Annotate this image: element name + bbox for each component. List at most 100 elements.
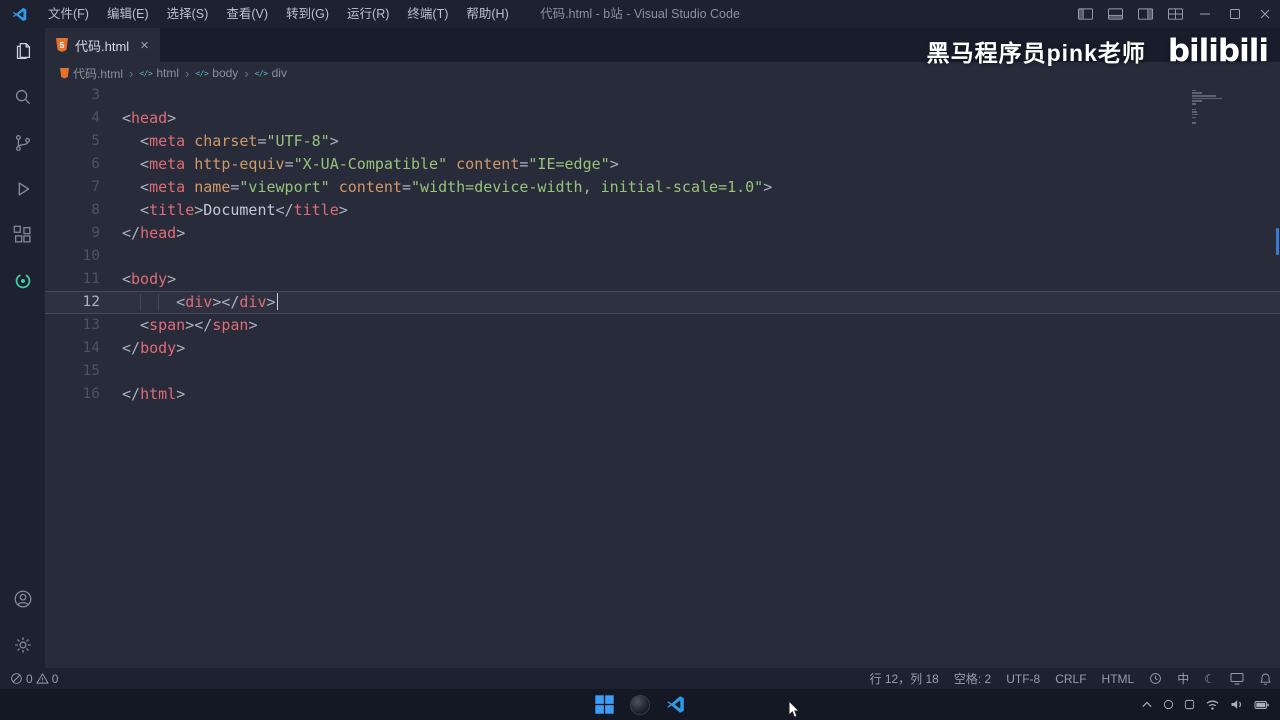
line-number: 14 (82, 340, 100, 356)
maximize-button[interactable] (1220, 0, 1250, 28)
tag-symbol-icon: </> (254, 68, 268, 78)
start-button-icon[interactable] (594, 694, 615, 715)
minimize-button[interactable] (1190, 0, 1220, 28)
tag-symbol-icon: </> (195, 68, 209, 78)
code-line-9[interactable]: 9 </head> (45, 222, 1280, 245)
minimap-line (1192, 92, 1202, 94)
settings-gear-icon[interactable] (0, 622, 45, 668)
breadcrumb-label: html (156, 66, 179, 80)
extensions-icon[interactable] (0, 212, 45, 258)
windows-taskbar (0, 689, 1280, 720)
problems-indicator[interactable]: 0 0 (10, 672, 58, 686)
line-number: 4 (91, 110, 100, 126)
code-lines: 3 4 <head> 5 <meta charset="UTF-8"> 6 <meta … (45, 84, 1280, 668)
breadcrumb-item-代码.html[interactable]: 代码.html (60, 65, 123, 82)
code-line-16[interactable]: 16 </html> (45, 383, 1280, 406)
breadcrumb-item-div[interactable]: </> div (255, 66, 287, 80)
toggle-secondary-sidebar-icon[interactable] (1130, 0, 1160, 28)
code-line-12[interactable]: 12 <div></div> (45, 291, 1280, 314)
notifications-bell-icon[interactable] (1259, 672, 1272, 686)
code-line-8[interactable]: 8 <title>Document</title> (45, 199, 1280, 222)
breadcrumb: 代码.html › </> html › </> body › </> div (45, 62, 1280, 84)
menu-item-3[interactable]: 查看(V) (217, 0, 277, 28)
code-line-6[interactable]: 6 <meta http-equiv="X-UA-Compatible" con… (45, 153, 1280, 176)
html-file-icon: 5 (56, 38, 68, 52)
line-number: 12 (82, 294, 100, 310)
code-text: <title>Document</title> (122, 201, 348, 219)
editor[interactable]: 3 4 <head> 5 <meta charset="UTF-8"> 6 <meta … (45, 84, 1280, 668)
volume-icon[interactable] (1230, 698, 1244, 711)
code-text: <body> (122, 270, 177, 288)
code-line-13[interactable]: 13 <span></span> (45, 314, 1280, 337)
minimap-line (1192, 108, 1196, 111)
tab-close-icon[interactable]: × (140, 38, 149, 53)
run-debug-icon[interactable] (0, 166, 45, 212)
code-line-4[interactable]: 4 <head> (45, 107, 1280, 130)
code-line-3[interactable]: 3 (45, 84, 1280, 107)
breadcrumb-label: 代码.html (73, 66, 124, 81)
code-line-15[interactable]: 15 (45, 360, 1280, 383)
battery-icon[interactable] (1254, 699, 1270, 711)
line-number: 11 (82, 271, 100, 287)
line-number: 9 (91, 225, 100, 241)
close-button[interactable] (1250, 0, 1280, 28)
menu-item-4[interactable]: 转到(G) (277, 0, 338, 28)
code-line-7[interactable]: 7 <meta name="viewport" content="width=d… (45, 176, 1280, 199)
minimap-line (1192, 113, 1198, 116)
code-line-14[interactable]: 14 </body> (45, 337, 1280, 360)
language-mode[interactable]: HTML (1102, 672, 1135, 686)
tray-chevron-up-icon[interactable] (1141, 700, 1153, 710)
moon-icon[interactable]: ☾ (1204, 672, 1215, 686)
code-line-5[interactable]: 5 <meta charset="UTF-8"> (45, 130, 1280, 153)
active-tab[interactable]: 5 代码.html × (45, 28, 160, 62)
breadcrumb-item-body[interactable]: </> body (195, 66, 238, 80)
wifi-icon[interactable] (1205, 698, 1220, 711)
tray-app-icon-1[interactable] (1163, 699, 1174, 710)
minimap-line (1192, 103, 1196, 105)
ime-indicator[interactable]: 中 (1177, 670, 1189, 687)
menu-item-1[interactable]: 编辑(E) (98, 0, 158, 28)
menu-item-2[interactable]: 选择(S) (158, 0, 218, 28)
tag-symbol-icon: </> (139, 68, 153, 78)
warning-icon (36, 673, 49, 684)
toggle-panel-icon[interactable] (1100, 0, 1130, 28)
indentation-setting[interactable]: 空格: 2 (954, 670, 991, 687)
vscode-taskbar-icon[interactable] (665, 694, 686, 715)
cursor-position[interactable]: 行 12，列 18 (869, 670, 938, 687)
screencast-icon[interactable] (1230, 672, 1244, 685)
account-icon[interactable] (0, 576, 45, 622)
ai-extension-icon[interactable] (0, 258, 45, 304)
menu-item-5[interactable]: 运行(R) (338, 0, 398, 28)
code-text: <head> (122, 109, 177, 127)
code-line-11[interactable]: 11 <body> (45, 268, 1280, 291)
encoding-setting[interactable]: UTF-8 (1006, 672, 1040, 686)
explorer-icon[interactable] (0, 28, 45, 74)
error-icon (11, 673, 22, 684)
menu-item-0[interactable]: 文件(F) (39, 0, 98, 28)
toggle-sidebar-icon[interactable] (1070, 0, 1100, 28)
minimap[interactable] (1192, 87, 1226, 125)
line-number: 15 (82, 363, 100, 379)
customize-layout-icon[interactable] (1160, 0, 1190, 28)
line-number: 5 (91, 133, 100, 149)
breadcrumb-item-html[interactable]: </> html (139, 66, 179, 80)
minimap-line (1192, 100, 1203, 103)
tray-app-icon-2[interactable] (1184, 699, 1195, 710)
code-line-10[interactable]: 10 (45, 245, 1280, 268)
code-text: <meta http-equiv="X-UA-Compatible" conte… (122, 155, 619, 173)
code-text: </body> (122, 339, 186, 357)
clock-icon[interactable] (1149, 672, 1162, 685)
line-number: 6 (91, 156, 100, 172)
line-number: 8 (91, 202, 100, 218)
menu-item-7[interactable]: 帮助(H) (457, 0, 517, 28)
menu-item-6[interactable]: 终端(T) (398, 0, 457, 28)
search-icon[interactable] (0, 74, 45, 120)
minimap-line (1192, 89, 1196, 92)
eol-setting[interactable]: CRLF (1055, 672, 1086, 686)
browser-icon[interactable] (630, 694, 650, 715)
html-file-icon (60, 67, 69, 79)
warning-count: 0 (51, 671, 59, 686)
source-control-icon[interactable] (0, 120, 45, 166)
code-text: </html> (122, 385, 186, 403)
error-count: 0 (26, 671, 33, 686)
